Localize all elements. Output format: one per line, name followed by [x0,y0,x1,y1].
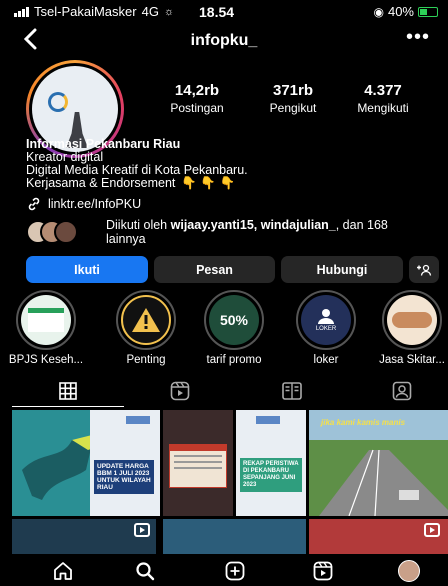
stat-followers[interactable]: 371rb Pengikut [248,82,338,115]
profile-actions: Ikuti Pesan Hubungi [26,256,440,283]
profile-bio: Informasi Pekanbaru Riau Kreator digital… [26,138,248,190]
post-tile[interactable] [12,519,156,554]
highlight-tarif-promo[interactable]: 50% tarif promo [194,290,274,366]
profile-header: infopku_ ••• [0,26,448,56]
loker-badge: LOKER [315,326,337,332]
highlight-loker[interactable]: LOKER loker [286,290,366,366]
grid-icon [59,382,77,400]
followed-by-text: Diikuti oleh wijaay.yanti15, windajulian… [106,218,388,246]
nav-profile[interactable] [394,556,424,586]
post-tile[interactable]: REKAP PERISTIWA DI PEKANBARU SEPANJANG J… [236,410,306,516]
post-tile[interactable] [163,519,306,554]
highlight-penting[interactable]: Penting [106,290,186,366]
bio-link-text: linktr.ee/InfoPKU [48,197,142,211]
stat-following[interactable]: 4.377 Mengikuti [338,82,428,115]
network-type: 4G [141,4,159,19]
tagged-icon [392,381,412,401]
home-icon [54,562,72,580]
profile-tabs [0,374,448,408]
ellipsis-icon: ••• [405,26,430,48]
tab-reels[interactable] [124,374,236,408]
tab-tagged[interactable] [346,374,448,408]
signal-icon [14,6,29,17]
status-time: 18.54 [199,4,235,20]
link-icon [28,197,40,211]
person-icon [318,309,334,324]
brightness-icon: ☼ [163,5,175,18]
handshake-image [392,312,432,328]
add-user-icon [417,264,432,276]
battery-percent: 40% [387,4,414,19]
highlight-label: loker [313,354,339,366]
story-highlights: BPJS Keseh... Penting 50% tarif promo LO… [0,290,448,366]
highlight-jasa-cover [387,295,437,345]
highlight-jasa[interactable]: Jasa Skitar... [372,290,448,366]
post-caption: UPDATE HARGA BBM 1 JULI 2023 UNTUK WILAY… [94,460,154,494]
highlight-label: Jasa Skitar... [379,354,445,366]
guides-icon [282,382,302,400]
search-icon [136,562,155,581]
stat-followers-label: Pengikut [269,101,317,115]
reel-badge-icon [424,523,440,542]
post-grid: UPDATE HARGA BBM 1 JULI 2023 UNTUK WILAY… [12,408,448,554]
tab-guides[interactable] [236,374,348,408]
stat-posts[interactable]: 14,2rb Postingan [152,82,242,115]
logo-mark [48,92,68,112]
highlight-bpjs[interactable]: BPJS Keseh... [6,290,86,366]
post-tile[interactable]: jika kami kamis manis [309,410,448,516]
highlight-label: tarif promo [206,354,262,366]
post-tile[interactable] [163,410,233,516]
contact-button[interactable]: Hubungi [281,256,403,283]
followed-by[interactable]: Diikuti oleh wijaay.yanti15, windajulian… [26,218,426,248]
profile-handle: infopku_ [190,32,258,49]
post-table-image [169,444,227,488]
active-tab-indicator [12,406,124,407]
bio-line-2: Kerjasama & Endorsement 👇 👇 👇 [26,176,236,190]
highlight-loker-cover: LOKER [301,295,351,345]
status-bar: Tsel-PakaiMasker 4G ☼ 18.54 ◉ 40% [0,0,448,22]
post-tile[interactable] [309,519,448,554]
stat-posts-label: Postingan [170,101,224,115]
message-button[interactable]: Pesan [154,256,275,283]
post-logo [126,416,150,424]
post-caption: jika kami kamis manis [321,418,406,427]
highlight-promo-cover: 50% [209,295,259,345]
reel-badge-icon [134,523,150,542]
status-left: Tsel-PakaiMasker 4G ☼ [14,4,174,19]
highlight-penting-cover [121,295,171,345]
nav-new-post[interactable] [220,556,250,586]
post-caption: REKAP PERISTIWA DI PEKANBARU SEPANJANG J… [240,458,302,492]
post-logo [256,416,280,424]
new-post-icon [225,561,245,581]
reels-icon [313,561,333,581]
tab-posts[interactable] [12,374,124,408]
follow-button[interactable]: Ikuti [26,256,148,283]
promo-badge: 50% [219,312,249,328]
highlight-label: BPJS Keseh... [8,354,84,366]
mutual-avatars [26,220,96,244]
stat-posts-value: 14,2rb [174,82,220,99]
highlight-label: Penting [126,354,166,366]
reels-icon [170,381,190,401]
mutual-avatar-3 [54,220,78,244]
carrier-name: Tsel-PakaiMasker [34,4,137,19]
more-options-button[interactable]: ••• [406,26,430,49]
profile-avatar [398,560,420,582]
nav-search[interactable] [130,556,160,586]
post-tile[interactable]: UPDATE HARGA BBM 1 JULI 2023 UNTUK WILAY… [90,410,160,516]
bio-link[interactable]: linktr.ee/InfoPKU [26,196,141,212]
add-user-button[interactable] [409,256,439,283]
warning-icon [132,308,160,332]
stat-following-label: Mengikuti [357,101,409,115]
stat-following-value: 4.377 [364,82,402,99]
nav-home[interactable] [48,556,78,586]
bottom-navigation [0,554,448,586]
status-right: ◉ 40% [373,4,438,19]
battery-icon [418,6,438,17]
stat-followers-value: 371rb [272,82,314,99]
alarm-icon: ◉ [373,4,384,19]
highlight-bpjs-cover [21,295,71,345]
pointing-down-emoji: 👇 👇 👇 [181,176,236,190]
nav-reels[interactable] [308,556,338,586]
